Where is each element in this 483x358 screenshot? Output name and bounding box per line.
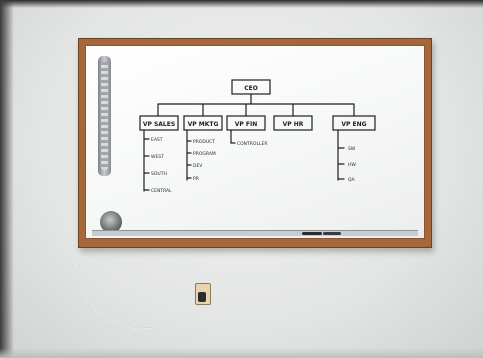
sub-item: PRODUCT <box>193 139 215 145</box>
sub-item: SOUTH <box>151 171 167 177</box>
sub-item: DEV <box>193 163 203 169</box>
sub-item: EAST <box>151 137 163 143</box>
sub-item: PROGRAM <box>193 151 216 157</box>
dept-label: VP SALES <box>143 121 175 128</box>
dept-label: VP ENG <box>341 121 366 128</box>
root-label: CEO <box>244 85 258 92</box>
sub-item: SW <box>348 146 356 152</box>
sub-item: PR <box>193 176 199 182</box>
sub-connectors <box>230 129 236 144</box>
whiteboard: CEO VP SALES VP MKTG VP FIN VP HR VP ENG… <box>85 45 425 239</box>
sub-item: WEST <box>151 154 164 160</box>
whiteboard-frame: CEO VP SALES VP MKTG VP FIN VP HR VP ENG… <box>78 38 432 248</box>
photo-scene: CEO VP SALES VP MKTG VP FIN VP HR VP ENG… <box>0 0 483 358</box>
org-chart: CEO VP SALES VP MKTG VP FIN VP HR VP ENG… <box>139 79 376 194</box>
sub-item: CENTRAL <box>151 188 172 194</box>
dept-label: VP MKTG <box>188 121 219 128</box>
sub-item: HW <box>348 162 356 168</box>
dept-label: VP FIN <box>235 121 257 128</box>
sub-item: CONTROLLER <box>237 141 267 147</box>
power-plug <box>198 292 206 302</box>
sub-connectors <box>337 129 345 181</box>
org-connectors <box>157 93 355 117</box>
sub-connectors <box>186 129 192 181</box>
dept-label: VP HR <box>283 121 304 128</box>
sub-item: QA <box>348 177 356 183</box>
sub-connectors <box>143 129 150 192</box>
